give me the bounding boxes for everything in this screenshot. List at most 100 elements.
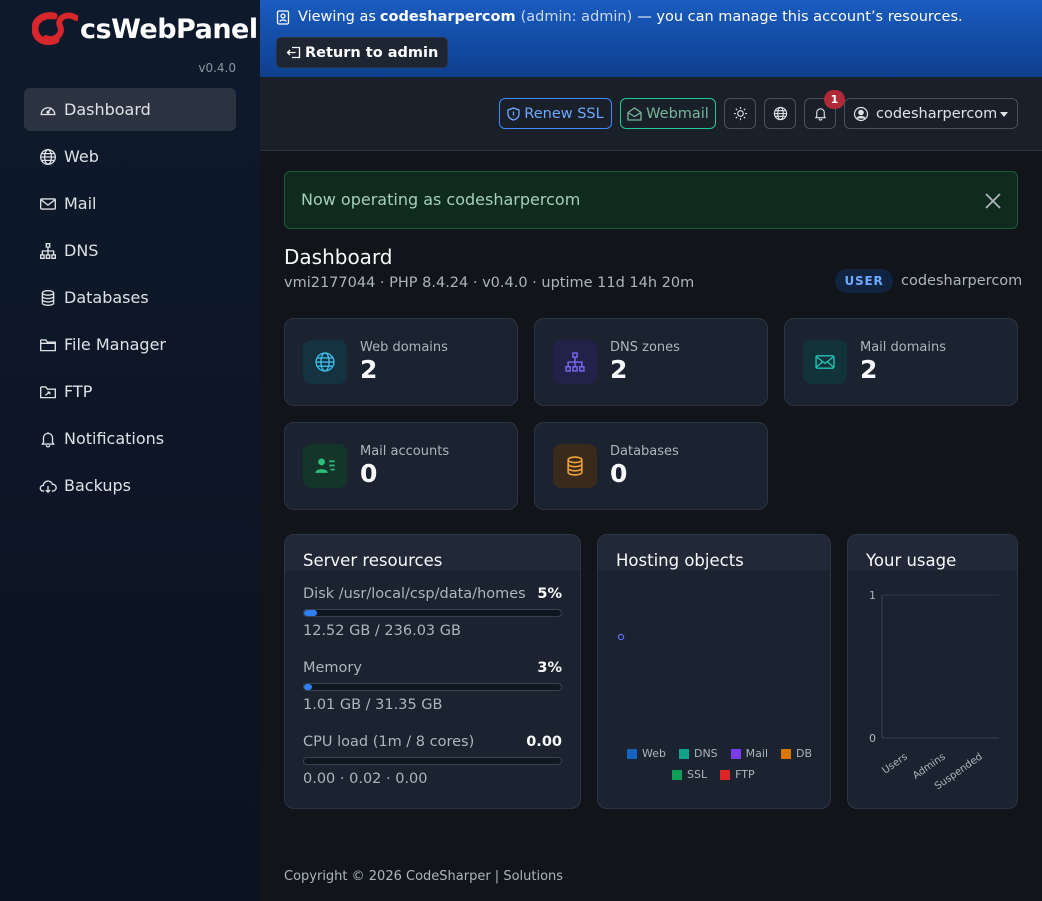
disk-progress-fill: [304, 610, 317, 616]
stat-card-mail-accounts[interactable]: Mail accounts 0: [284, 422, 518, 510]
stat-value: 0: [360, 459, 378, 488]
brand-logo[interactable]: csWebPanel: [32, 12, 258, 46]
database-icon: [41, 289, 55, 306]
legend-label: FTP: [735, 768, 755, 781]
memory-detail: 1.01 GB / 31.35 GB: [303, 697, 443, 713]
sidebar-item-label: Web: [64, 147, 99, 166]
legend-item-db[interactable]: DB: [781, 747, 812, 760]
memory-percent: 3%: [537, 660, 562, 676]
globe-icon: [773, 106, 787, 121]
stat-label: Mail accounts: [360, 444, 450, 459]
x-tick-label: Users: [880, 751, 909, 776]
impersonation-banner: Viewing as codesharpercom (admin: admin)…: [260, 0, 1042, 77]
sidebar-item-web[interactable]: Web: [24, 135, 236, 178]
sidebar-item-label: FTP: [64, 382, 93, 401]
banner-admin-note: (admin: admin): [520, 9, 633, 25]
cpu-progress-bar: [303, 757, 562, 765]
sidebar-item-notifications[interactable]: Notifications: [24, 417, 236, 460]
webmail-button[interactable]: Webmail: [620, 98, 716, 129]
sidebar-item-dashboard[interactable]: Dashboard: [24, 88, 236, 131]
language-button[interactable]: [764, 98, 796, 129]
stat-value: 2: [610, 355, 628, 384]
legend-item-mail[interactable]: Mail: [730, 747, 769, 760]
webmail-label: Webmail: [646, 105, 709, 122]
theme-toggle-button[interactable]: [724, 98, 756, 129]
disk-detail: 12.52 GB / 236.03 GB: [303, 623, 461, 639]
person-lines-icon: [303, 444, 347, 488]
folder-icon: [40, 338, 56, 351]
legend-item-ftp[interactable]: FTP: [720, 768, 755, 781]
sidebar-item-dns[interactable]: DNS: [24, 229, 236, 272]
return-to-admin-button[interactable]: Return to admin: [276, 37, 449, 68]
bell-icon: [814, 108, 826, 121]
sidebar-item-mail[interactable]: Mail: [24, 182, 236, 225]
sidebar-item-label: DNS: [64, 241, 99, 260]
gauge-icon: [40, 106, 56, 115]
sidebar-item-label: Databases: [64, 288, 149, 307]
renew-ssl-button[interactable]: Renew SSL: [499, 98, 612, 129]
chart-legend-row-2: SSL FTP: [672, 768, 768, 781]
disk-label: Disk /usr/local/csp/data/homes: [303, 586, 526, 602]
database-icon: [553, 444, 597, 488]
top-header: Renew SSL Webmail 1 codesharpercom: [260, 77, 1042, 151]
page-subtitle: vmi2177044 · PHP 8.4.24 · v0.4.0 · uptim…: [284, 275, 695, 291]
legend-swatch: [720, 769, 731, 780]
banner-prefix: Viewing as: [298, 9, 376, 25]
sidebar-nav: Dashboard Web Mail DNS Databases File Ma…: [24, 88, 236, 511]
memory-usage: Memory 3% 1.01 GB / 31.35 GB: [303, 660, 562, 713]
envelope-icon: [40, 197, 56, 210]
legend-label: Mail: [745, 747, 769, 760]
role-username: codesharpercom: [901, 273, 1023, 289]
legend-swatch: [781, 748, 792, 759]
legend-swatch: [672, 769, 682, 780]
sidebar-item-ftp[interactable]: FTP: [24, 370, 236, 413]
disk-progress-bar: [303, 609, 562, 617]
legend-item-web[interactable]: Web: [627, 747, 666, 760]
legend-item-dns[interactable]: DNS: [678, 747, 718, 760]
sidebar-item-label: Mail: [64, 194, 97, 213]
user-menu-label: codesharpercom: [876, 105, 998, 122]
sign-out-icon: [286, 46, 301, 59]
sidebar-item-databases[interactable]: Databases: [24, 276, 236, 319]
return-label: Return to admin: [305, 44, 439, 61]
sidebar-item-file-manager[interactable]: File Manager: [24, 323, 236, 366]
stat-value: 0: [610, 459, 628, 488]
legend-label: DNS: [693, 747, 718, 760]
doughnut-empty-ring: [617, 633, 625, 641]
cloud-download-icon: [39, 479, 57, 493]
stat-card-databases[interactable]: Databases 0: [534, 422, 768, 510]
folder-upload-icon: [40, 385, 56, 398]
sidebar-item-label: Notifications: [64, 429, 165, 448]
banner-account: codesharpercom: [379, 9, 516, 25]
notification-count-badge: 1: [824, 90, 845, 109]
renew-ssl-label: Renew SSL: [524, 105, 604, 122]
y-tick-label: 1: [869, 589, 876, 602]
sitemap-icon: [40, 242, 56, 259]
stat-value: 2: [860, 355, 878, 384]
stat-card-web-domains[interactable]: Web domains 2: [284, 318, 518, 406]
memory-progress-fill: [304, 684, 312, 690]
doughnut-chart: [617, 633, 625, 641]
page-title: Dashboard: [284, 245, 393, 269]
stat-value: 2: [360, 355, 378, 384]
brand-name: csWebPanel: [80, 13, 258, 45]
legend-label: Web: [642, 747, 666, 760]
sitemap-icon: [553, 340, 597, 384]
stat-label: Databases: [610, 444, 679, 459]
sidebar: csWebPanel v0.4.0 Dashboard Web Mail DNS…: [0, 0, 260, 901]
close-icon[interactable]: [983, 191, 1003, 211]
globe-icon: [40, 148, 56, 165]
hosting-objects-panel: Hosting objects Web DNS Mail DB SSL FTP: [597, 534, 831, 809]
usage-bar-chart: 1 0 Users Admins Suspended: [869, 589, 999, 792]
chart-legend-row-1: Web DNS Mail DB: [627, 747, 825, 760]
cpu-detail: 0.00 · 0.02 · 0.00: [303, 771, 428, 787]
sidebar-item-backups[interactable]: Backups: [24, 464, 236, 507]
legend-swatch: [627, 748, 637, 759]
stat-card-dns-zones[interactable]: DNS zones 2: [534, 318, 768, 406]
stat-card-mail-domains[interactable]: Mail domains 2: [784, 318, 1018, 406]
legend-swatch: [730, 748, 741, 759]
legend-item-ssl[interactable]: SSL: [672, 768, 707, 781]
legend-label: DB: [796, 747, 813, 760]
user-menu-button[interactable]: codesharpercom: [844, 98, 1018, 129]
success-alert: Now operating as codesharpercom: [284, 171, 1018, 229]
